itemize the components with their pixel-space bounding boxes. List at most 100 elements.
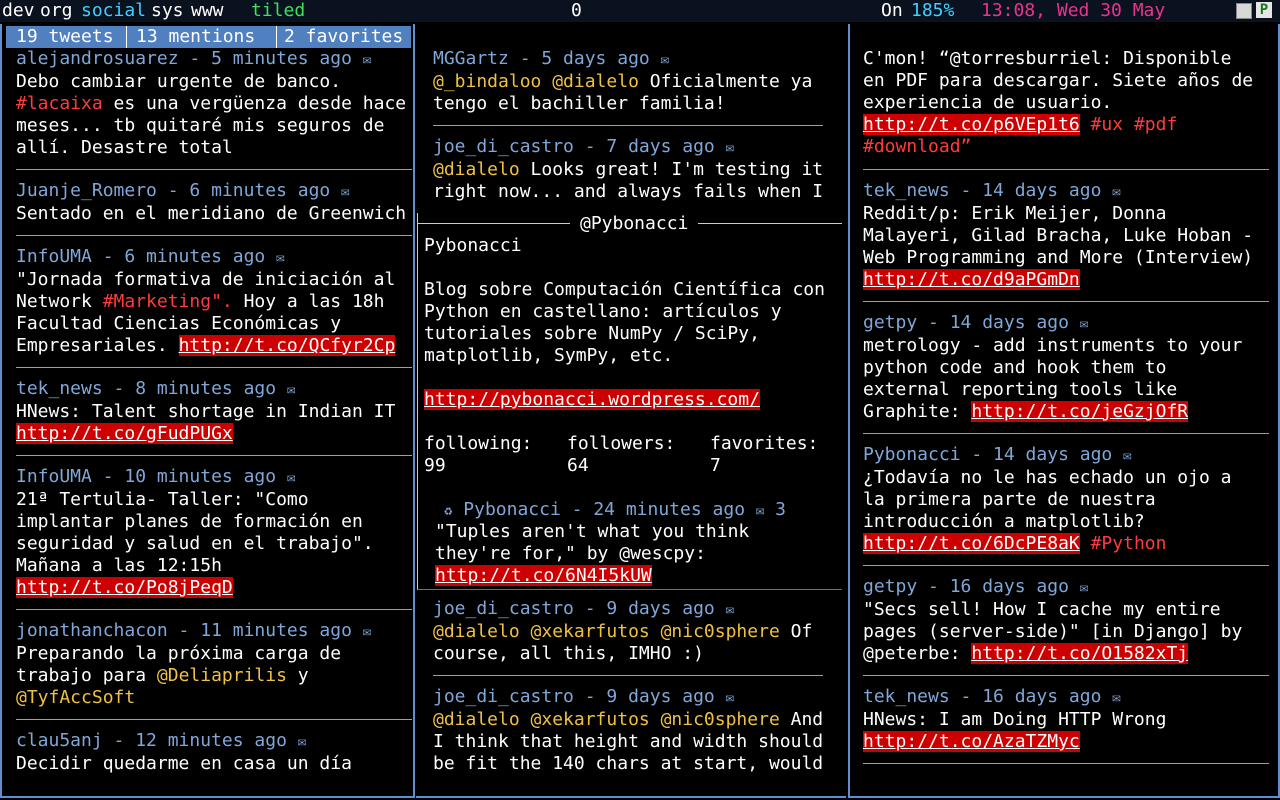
- left-timeline[interactable]: alejandrosuarez - 5 minutes ago ✉ Debo c…: [16, 48, 416, 796]
- tweet-text: @dialelo Looks great! I'm testing it: [433, 159, 824, 180]
- mail-icon[interactable]: ✉: [1123, 448, 1131, 464]
- tag-org[interactable]: org: [40, 0, 73, 22]
- tag-sys[interactable]: sys: [151, 0, 184, 22]
- mail-icon[interactable]: ✉: [341, 184, 349, 200]
- tweet-link[interactable]: http://t.co/Po8jPeqD: [16, 577, 233, 598]
- tweet-item[interactable]: InfoUMA - 10 minutes ago ✉ 21ª Tertulia-…: [16, 466, 374, 599]
- tweet-author[interactable]: Pybonacci - 24 minutes ago: [463, 499, 745, 520]
- popup-tweet-header[interactable]: ♻ Pybonacci - 24 minutes ago ✉ 3: [444, 499, 786, 522]
- tweet-author[interactable]: tek_news - 14 days ago: [863, 180, 1101, 201]
- tweet-item[interactable]: MGGartz - 5 days ago ✉ @_bindaloo @diale…: [433, 48, 812, 115]
- tweet-text: @peterbe: http://t.co/O1582xTj: [863, 643, 1189, 664]
- mail-icon[interactable]: ✉: [726, 690, 734, 706]
- mail-icon[interactable]: ✉: [287, 382, 295, 398]
- popup-title: @Pybonacci: [570, 213, 699, 235]
- divider: [16, 169, 412, 170]
- tweet-link[interactable]: http://t.co/6DcPE8aK: [863, 533, 1080, 554]
- tweet-link[interactable]: http://t.co/gFudPUGx: [16, 423, 233, 444]
- tweet-item[interactable]: Juanje_Romero - 6 minutes ago ✉ Sentado …: [16, 180, 406, 225]
- tweet-link[interactable]: http://t.co/p6VEp1t6: [863, 114, 1080, 135]
- tweet-item[interactable]: InfoUMA - 6 minutes ago ✉ "Jornada forma…: [16, 246, 396, 357]
- tweet-item[interactable]: joe_di_castro - 9 days ago ✉ @dialelo @x…: [433, 598, 812, 665]
- tweet-text: C'mon! “@torresburriel: Disponible: [863, 48, 1232, 69]
- tweet-author[interactable]: MGGartz - 5 days ago: [433, 48, 650, 69]
- tweet-text: seguridad y salud en el trabajo".: [16, 533, 374, 554]
- following-label: following:: [424, 433, 533, 454]
- tweet-item[interactable]: tek_news - 8 minutes ago ✉ HNews: Talent…: [16, 378, 395, 445]
- tweet-author[interactable]: alejandrosuarez - 5 minutes ago: [16, 48, 352, 69]
- tab-tweets[interactable]: 19 tweets: [6, 26, 127, 48]
- tweet-author[interactable]: Pybonacci - 14 days ago: [863, 444, 1112, 465]
- retweet-icon: ♻: [444, 503, 453, 519]
- profile-url[interactable]: http://pybonacci.wordpress.com/: [424, 389, 760, 410]
- tweet-text: Web Programming and More (Interview): [863, 247, 1254, 268]
- tweet-author[interactable]: tek_news - 8 minutes ago: [16, 378, 276, 399]
- tweet-text: #lacaixa es una vergüenza desde hace: [16, 93, 407, 114]
- tweet-link[interactable]: http://t.co/AzaTZMyc: [863, 731, 1080, 752]
- tweet-item[interactable]: jonathanchacon - 11 minutes ago ✉ Prepar…: [16, 620, 371, 709]
- tweet-author[interactable]: joe_di_castro - 7 days ago: [433, 136, 715, 157]
- tweet-author[interactable]: Juanje_Romero - 6 minutes ago: [16, 180, 330, 201]
- tweet-text: ¿Todavía no le has echado un ojo a: [863, 467, 1232, 488]
- tab-tweets-label: 19 tweets: [16, 26, 114, 47]
- right-timeline[interactable]: C'mon! “@torresburriel: Disponible en PD…: [863, 48, 1273, 796]
- mail-icon[interactable]: ✉: [1080, 316, 1088, 332]
- tab-favorites[interactable]: 2 favorites: [278, 26, 411, 48]
- tab-mentions-label: 13 mentions: [136, 26, 256, 47]
- timeline-tabs: 19 tweets 13 mentions 2 favorites: [6, 26, 411, 48]
- tweet-author[interactable]: getpy - 16 days ago: [863, 576, 1069, 597]
- tab-mentions[interactable]: 13 mentions: [130, 26, 277, 48]
- tray-display-icon[interactable]: [1236, 3, 1252, 19]
- tweet-author[interactable]: jonathanchacon - 11 minutes ago: [16, 620, 352, 641]
- tweet-text: implantar planes de formación en: [16, 511, 363, 532]
- tweet-item[interactable]: tek_news - 16 days ago ✉ HNews: I am Doi…: [863, 686, 1166, 753]
- profile-bio: Python en castellano: artículos y: [424, 301, 782, 322]
- mail-icon[interactable]: ✉: [287, 470, 295, 486]
- tweet-link[interactable]: http://t.co/QCfyr2Cp: [178, 335, 396, 356]
- tweet-link[interactable]: http://t.co/d9aPGmDn: [863, 269, 1080, 290]
- mail-icon[interactable]: ✉: [756, 503, 764, 519]
- tag-dev[interactable]: dev: [2, 0, 35, 22]
- profile-popup[interactable]: @Pybonacci Pybonacci Blog sobre Computac…: [417, 213, 842, 590]
- mail-icon[interactable]: ✉: [1112, 690, 1120, 706]
- mail-icon[interactable]: ✉: [363, 52, 371, 68]
- tweet-text: http://t.co/AzaTZMyc: [863, 731, 1166, 753]
- tweet-author[interactable]: joe_di_castro - 9 days ago: [433, 686, 715, 707]
- tweet-text: "Secs sell! How I cache my entire: [863, 599, 1221, 620]
- tweet-text: allí. Desastre total: [16, 137, 233, 158]
- tweet-item[interactable]: tek_news - 14 days ago ✉ Reddit/p: Erik …: [863, 180, 1253, 291]
- tweet-item[interactable]: alejandrosuarez - 5 minutes ago ✉ Debo c…: [16, 48, 406, 159]
- tweet-item[interactable]: clau5anj - 12 minutes ago ✉ Decidir qued…: [16, 730, 352, 775]
- mail-icon[interactable]: ✉: [363, 624, 371, 640]
- tweet-link[interactable]: http://t.co/6N4I5kUW: [435, 565, 652, 586]
- tweet-item[interactable]: Pybonacci - 14 days ago ✉ ¿Todavía no le…: [863, 444, 1231, 555]
- layout-indicator[interactable]: tiled: [251, 0, 305, 22]
- tray-app-icon[interactable]: P: [1256, 2, 1272, 18]
- tweet-link[interactable]: http://t.co/O1582xTj: [971, 643, 1189, 664]
- mail-icon[interactable]: ✉: [726, 602, 734, 618]
- mail-icon[interactable]: ✉: [661, 52, 669, 68]
- tweet-author[interactable]: clau5anj - 12 minutes ago: [16, 730, 287, 751]
- tweet-item[interactable]: C'mon! “@torresburriel: Disponible en PD…: [863, 48, 1253, 158]
- mail-icon[interactable]: ✉: [726, 140, 734, 156]
- clock: 13:08, Wed 30 May: [981, 0, 1166, 21]
- divider: [863, 675, 1269, 676]
- mail-icon[interactable]: ✉: [1112, 184, 1120, 200]
- tweet-item[interactable]: joe_di_castro - 9 days ago ✉ @dialelo @x…: [433, 686, 823, 775]
- tweet-item[interactable]: getpy - 16 days ago ✉ "Secs sell! How I …: [863, 576, 1242, 665]
- tweet-author[interactable]: tek_news - 16 days ago: [863, 686, 1101, 707]
- tweet-link[interactable]: http://t.co/jeGzjOfR: [971, 401, 1189, 422]
- tweet-author[interactable]: InfoUMA - 10 minutes ago: [16, 466, 276, 487]
- mail-icon[interactable]: ✉: [1080, 580, 1088, 596]
- mail-icon[interactable]: ✉: [298, 734, 306, 750]
- tweet-author[interactable]: joe_di_castro - 9 days ago: [433, 598, 715, 619]
- tag-www[interactable]: www: [191, 0, 224, 22]
- tag-social[interactable]: social: [81, 0, 146, 22]
- tweet-item[interactable]: joe_di_castro - 7 days ago ✉ @dialelo Lo…: [433, 136, 823, 203]
- tweet-author[interactable]: getpy - 14 days ago: [863, 312, 1069, 333]
- profile-bio: Blog sobre Computación Científica con: [424, 279, 825, 300]
- tweet-item[interactable]: getpy - 14 days ago ✉ metrology - add in…: [863, 312, 1242, 423]
- mail-icon[interactable]: ✉: [276, 250, 284, 266]
- tweet-author[interactable]: InfoUMA - 6 minutes ago: [16, 246, 265, 267]
- tweet-text: @_bindaloo @dialelo Oficialmente ya: [433, 71, 813, 92]
